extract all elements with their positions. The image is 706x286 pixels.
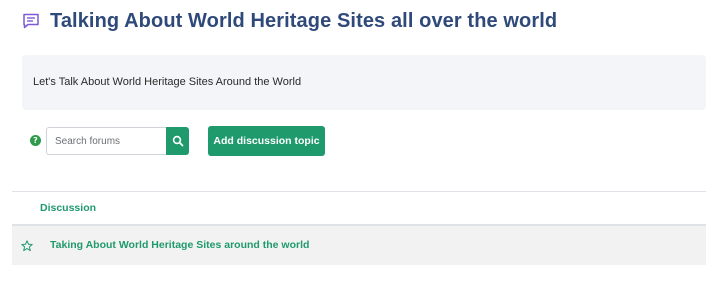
help-icon[interactable]: ? xyxy=(30,135,41,146)
page-title: Talking About World Heritage Sites all o… xyxy=(50,9,558,32)
table-header: Discussion xyxy=(12,191,706,226)
intro-box: Let's Talk About World Heritage Sites Ar… xyxy=(22,55,706,110)
search-bar xyxy=(46,127,189,155)
search-button[interactable] xyxy=(166,127,189,155)
add-discussion-button[interactable]: Add discussion topic xyxy=(208,126,325,156)
forum-icon xyxy=(22,12,40,30)
discussion-table: Discussion Taking About World Heritage S… xyxy=(12,191,706,265)
column-header-discussion[interactable]: Discussion xyxy=(40,202,96,214)
star-outline-icon[interactable] xyxy=(21,239,33,252)
table-row: Taking About World Heritage Sites around… xyxy=(12,226,706,265)
search-icon xyxy=(172,135,184,147)
forum-page: Talking About World Heritage Sites all o… xyxy=(0,0,706,286)
discussion-link[interactable]: Taking About World Heritage Sites around… xyxy=(50,239,309,251)
search-input[interactable] xyxy=(46,127,166,155)
page-header: Talking About World Heritage Sites all o… xyxy=(22,8,557,34)
intro-text: Let's Talk About World Heritage Sites Ar… xyxy=(33,76,302,88)
